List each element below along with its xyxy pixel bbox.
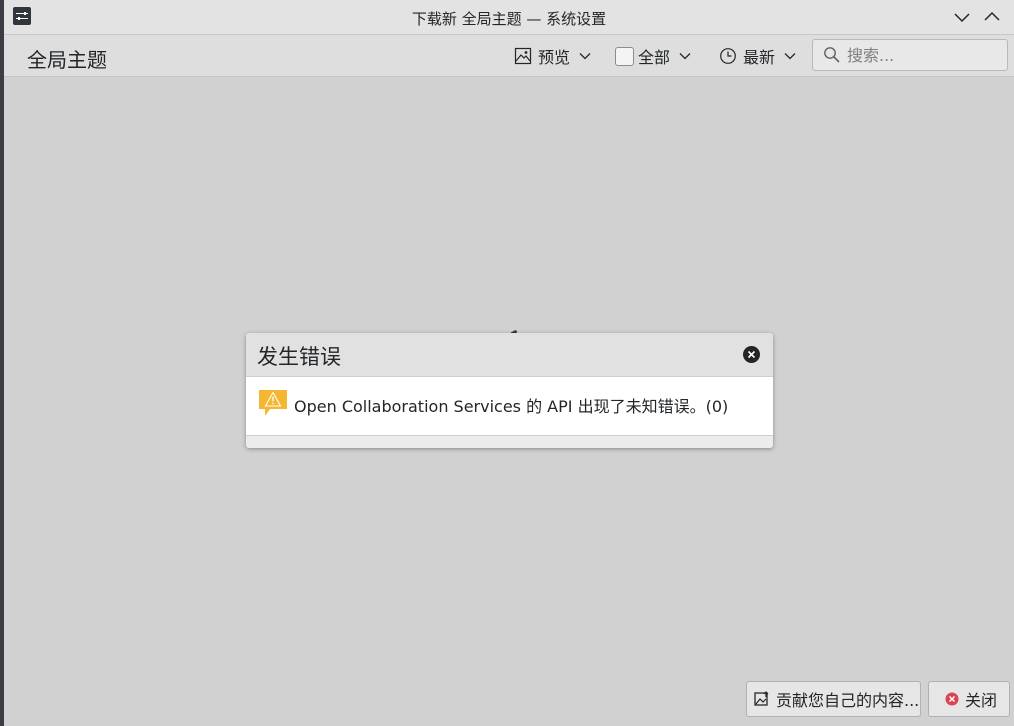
dialog-close-button[interactable] [743, 346, 760, 363]
chevron-down-icon [679, 53, 691, 60]
titlebar: 下载新 全局主题 — 系统设置 [4, 0, 1014, 35]
close-label: 关闭 [965, 691, 998, 710]
close-icon [747, 350, 756, 359]
dialog-title: 发生错误 [257, 345, 341, 369]
settings-window: 下载新 全局主题 — 系统设置 全局主题 预览 全部 最新 搜索... 发生错误… [4, 0, 1014, 726]
contribute-label: 贡献您自己的内容... [776, 691, 920, 710]
minimize-button[interactable] [951, 6, 973, 28]
close-circle-icon [945, 692, 959, 706]
filter-dropdown[interactable]: 全部 [615, 41, 692, 71]
filter-checkbox[interactable] [615, 46, 634, 66]
search-icon [824, 47, 840, 63]
chevron-down-icon [579, 53, 591, 60]
upload-image-icon [754, 691, 769, 706]
view-mode-label: 预览 [538, 48, 571, 67]
chevron-down-icon [784, 53, 796, 60]
contribute-button[interactable]: 贡献您自己的内容... [746, 681, 921, 717]
window-title: 下载新 全局主题 — 系统设置 [411, 10, 607, 28]
maximize-button[interactable] [981, 6, 1003, 28]
chevron-up-icon [984, 11, 1000, 21]
sort-label: 最新 [743, 48, 776, 67]
search-box[interactable] [812, 39, 1008, 71]
search-input[interactable] [847, 44, 997, 66]
toolbar: 全局主题 预览 全部 最新 [4, 35, 1014, 77]
filter-label: 全部 [638, 48, 671, 67]
clock-icon [720, 48, 736, 64]
dialog-body: Open Collaboration Services 的 API 出现了未知错… [246, 377, 773, 436]
page-title: 全局主题 [27, 48, 107, 72]
error-message: Open Collaboration Services 的 API 出现了未知错… [294, 397, 729, 416]
image-icon [514, 47, 532, 65]
dialog-header: 发生错误 [246, 333, 773, 377]
error-dialog: 发生错误 Open Collaboration Services 的 API 出… [246, 333, 773, 448]
view-mode-dropdown[interactable]: 预览 [514, 41, 592, 71]
warning-icon [259, 390, 287, 416]
close-button[interactable]: 关闭 [928, 681, 1010, 717]
chevron-down-icon [954, 13, 970, 23]
sort-dropdown[interactable]: 最新 [719, 41, 797, 71]
